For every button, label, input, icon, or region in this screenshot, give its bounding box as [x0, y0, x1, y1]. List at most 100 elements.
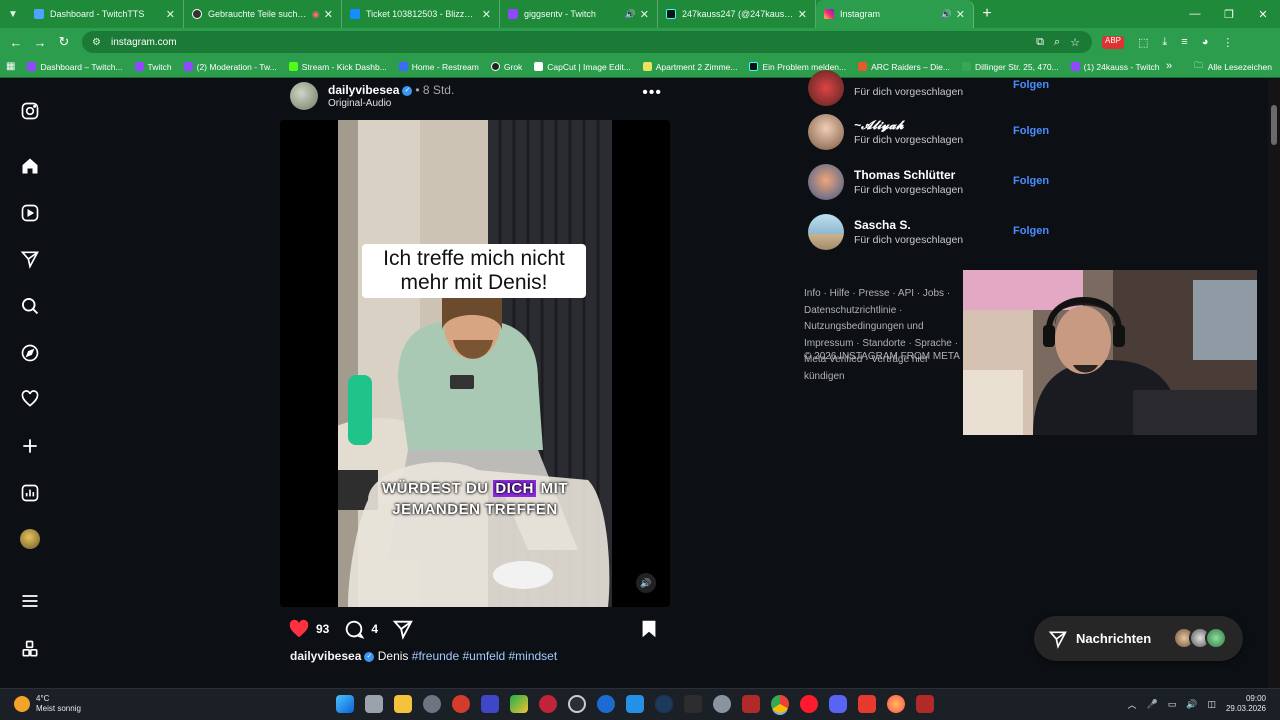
windows-start-icon[interactable] [336, 695, 354, 713]
reload-icon[interactable]: ↻ [52, 30, 76, 54]
reels-icon[interactable] [18, 201, 42, 225]
steam-icon[interactable] [655, 695, 673, 713]
reel-video-player[interactable]: Ich treffe mich nicht mehr mit Denis! WÜ… [280, 120, 670, 607]
follow-button[interactable]: Folgen [1013, 125, 1049, 137]
tab-instagram[interactable]: Instagram 🔊 ✕ [816, 0, 974, 28]
bookmark-item[interactable]: Grok [490, 62, 522, 72]
search-icon[interactable] [18, 294, 42, 318]
tray-overflow-icon[interactable]: ︿ [1127, 698, 1136, 711]
bookmark-item[interactable]: Home - Restream [398, 62, 479, 72]
bookmark-item[interactable]: Twitch [134, 62, 172, 72]
epic-games-icon[interactable] [684, 695, 702, 713]
messages-button[interactable]: Nachrichten [1034, 616, 1243, 661]
back-icon[interactable]: ← [4, 30, 28, 54]
tab-gebrauchte-teile[interactable]: Gebrauchte Teile suchen ur ◉ ✕ [184, 0, 342, 28]
tab-twitchtts[interactable]: Dashboard - TwitchTTS ✕ [26, 0, 184, 28]
suggested-user-avatar[interactable] [808, 114, 844, 150]
volume-icon[interactable]: 🔊 [636, 573, 656, 593]
network-icon[interactable]: ◫ [1207, 699, 1216, 710]
follow-button[interactable]: Folgen [1013, 79, 1049, 91]
maximize-icon[interactable]: ❐ [1212, 0, 1246, 28]
clock[interactable]: 09:00 29.03.2026 [1226, 694, 1266, 714]
firefox-icon[interactable] [887, 695, 905, 713]
red-app-icon[interactable] [742, 695, 760, 713]
suggested-user-name[interactable]: ~𝓐𝓵𝓲𝔂𝓪𝓱 [854, 118, 904, 133]
mouse-app-icon[interactable] [423, 695, 441, 713]
weather-widget[interactable]: 4°C Meist sonnig [14, 694, 81, 714]
browser-menu-icon[interactable]: ⋮ [1222, 36, 1233, 49]
battlenet-icon[interactable] [597, 695, 615, 713]
tab-tiktok[interactable]: 247kauss247 (@247kauss247) ✕ [658, 0, 816, 28]
caption-username[interactable]: dailyvibesea [290, 649, 361, 663]
speed-app-icon[interactable] [452, 695, 470, 713]
share-button[interactable] [392, 618, 420, 640]
post-author[interactable]: dailyvibesea ✓ • 8 Std. [328, 83, 454, 97]
footer-links[interactable]: Info · Hilfe · Presse · API · Jobs · Dat… [804, 286, 964, 385]
game-launcher-icon[interactable] [510, 695, 528, 713]
pdf-app-icon[interactable] [858, 695, 876, 713]
explore-compass-icon[interactable] [18, 341, 42, 365]
site-info-icon[interactable]: ⚙ [92, 37, 101, 48]
follow-button[interactable]: Folgen [1013, 175, 1049, 187]
display-icon[interactable]: ▭ [1168, 699, 1177, 710]
v-app-icon[interactable] [481, 695, 499, 713]
bookmark-item[interactable]: (1) 24kauss - Twitch [1070, 62, 1160, 72]
obs-icon[interactable] [568, 695, 586, 713]
extensions-icon[interactable]: ⬚ [1138, 36, 1148, 49]
red-tool-icon[interactable] [916, 695, 934, 713]
media-control-icon[interactable]: ≡ [1181, 36, 1187, 49]
instagram-logo-icon[interactable] [18, 99, 42, 123]
bookmark-item[interactable]: (2) Moderation - Tw... [183, 62, 277, 72]
more-menu-icon[interactable] [18, 589, 42, 613]
page-scrollbar[interactable] [1268, 79, 1280, 688]
suggested-user-avatar[interactable] [808, 214, 844, 250]
dashboard-icon[interactable] [18, 481, 42, 505]
apps-grid-icon[interactable]: ▦ [6, 61, 15, 72]
suggested-user-avatar[interactable] [808, 70, 844, 106]
close-tab-icon[interactable]: ✕ [166, 8, 175, 21]
downloads-icon[interactable]: ⤓ [1162, 36, 1167, 49]
zoom-icon[interactable]: ⌕ [1054, 36, 1060, 49]
close-tab-icon[interactable]: ✕ [956, 8, 965, 21]
bookmark-star-icon[interactable]: ☆ [1070, 36, 1080, 49]
bookmark-item[interactable]: Stream - Kick Dashb... [288, 62, 387, 72]
also-from-meta-icon[interactable] [18, 637, 42, 661]
tab-giggsentv[interactable]: giggsentv - Twitch 🔊 ✕ [500, 0, 658, 28]
comment-button[interactable]: 4 [343, 618, 378, 640]
caption-hashtags[interactable]: #freunde #umfeld #mindset [412, 649, 557, 663]
close-tab-icon[interactable]: ✕ [482, 8, 491, 21]
forward-icon[interactable]: → [28, 30, 52, 54]
audio-playing-icon[interactable]: 🔊 [625, 9, 636, 20]
more-options-icon[interactable]: ••• [642, 84, 662, 102]
opera-icon[interactable] [800, 695, 818, 713]
install-app-icon[interactable]: ⧉ [1036, 36, 1044, 49]
post-audio-link[interactable]: Original-Audio [328, 98, 391, 109]
new-tab-button[interactable]: + [974, 0, 1000, 28]
minimize-icon[interactable]: — [1178, 0, 1212, 28]
scrollbar-thumb[interactable] [1271, 105, 1277, 145]
post-author-avatar[interactable] [290, 82, 318, 110]
audio-playing-icon[interactable]: 🔊 [941, 9, 952, 20]
bookmark-item[interactable]: Apartment 2 Zimme... [642, 62, 737, 72]
microphone-icon[interactable]: 🎤 [1146, 699, 1157, 710]
close-tab-icon[interactable]: ✕ [798, 8, 807, 21]
arrow-app-icon[interactable] [626, 695, 644, 713]
file-explorer-icon[interactable] [394, 695, 412, 713]
url-bar[interactable]: ⚙ instagram.com ⧉ ⌕ ☆ [82, 31, 1092, 53]
close-tab-icon[interactable]: ✕ [640, 8, 649, 21]
adblock-extension-icon[interactable]: ABP [1102, 35, 1125, 49]
profile-avatar-icon[interactable]: ◕ [1202, 36, 1209, 49]
follow-button[interactable]: Folgen [1013, 225, 1049, 237]
record-app-icon[interactable] [539, 695, 557, 713]
create-plus-icon[interactable] [18, 434, 42, 458]
home-icon[interactable] [18, 154, 42, 178]
file-manager-icon[interactable] [365, 695, 383, 713]
direct-send-icon[interactable] [18, 247, 42, 271]
more-bookmarks-icon[interactable]: » [1166, 60, 1172, 72]
tab-search-button[interactable]: ▼ [0, 0, 26, 28]
settings-gear-icon[interactable] [713, 695, 731, 713]
suggested-user-name[interactable]: Sascha S. [854, 218, 911, 232]
profile-avatar[interactable] [18, 527, 42, 551]
like-button[interactable]: 93 [288, 618, 329, 640]
close-tab-icon[interactable]: ✕ [324, 8, 333, 21]
